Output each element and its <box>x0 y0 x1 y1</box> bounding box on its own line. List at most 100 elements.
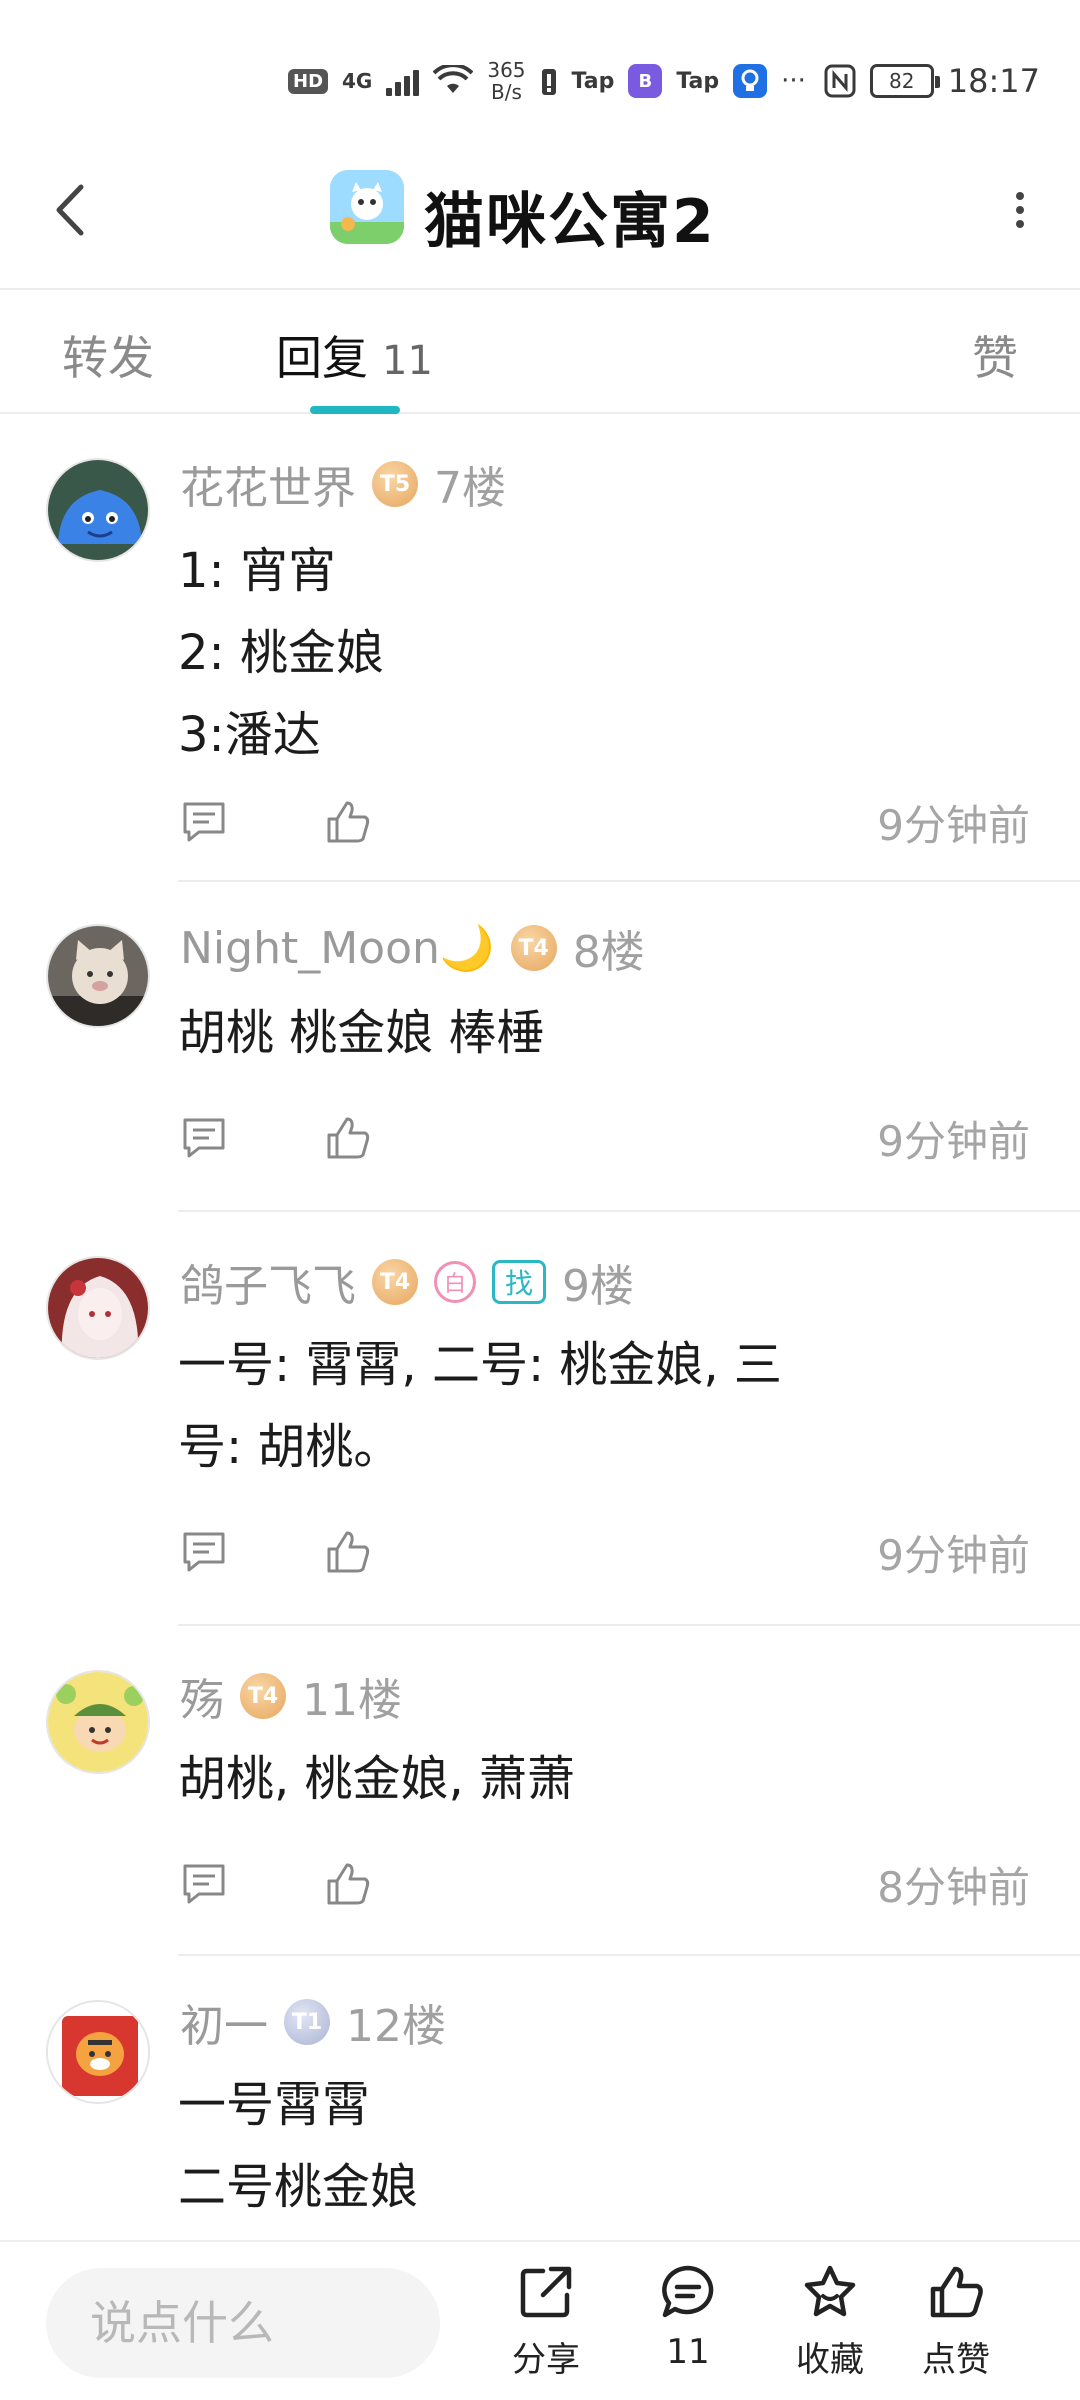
avatar[interactable] <box>46 1256 150 1360</box>
reply-actions: 9分钟前 <box>180 1108 1030 1168</box>
avatar[interactable] <box>46 458 150 562</box>
tab-likes[interactable]: 赞 <box>972 322 1018 388</box>
tab-forward[interactable]: 转发 <box>62 322 154 388</box>
reply-item: 花花世界 T5 7楼 1: 宵宵 2: 桃金娘 3:潘达 9分钟前 <box>0 416 1080 882</box>
reply-content[interactable]: 胡桃, 桃金娘, 萧萧 <box>178 1738 1008 1820</box>
signal-icon <box>386 66 420 96</box>
level-badge: T1 <box>284 1999 330 2045</box>
reply-header: 殇 T4 11楼 <box>180 1666 402 1726</box>
username[interactable]: 鸽子飞飞 <box>180 1250 356 1314</box>
username[interactable]: 殇 <box>180 1664 224 1728</box>
network-speed: 365 B/s <box>487 59 525 103</box>
reply-time: 9分钟前 <box>877 1530 1030 1580</box>
back-button[interactable] <box>40 175 100 245</box>
floor-number: 8楼 <box>572 927 645 978</box>
tab-label: 回复 <box>276 331 368 385</box>
thumbs-up-icon <box>327 1863 370 1905</box>
username[interactable]: 初一 <box>180 1990 268 2054</box>
find-badge: 找 <box>492 1260 547 1304</box>
username[interactable]: Night_Moon🌙 <box>180 922 495 974</box>
reply-line: 二号桃金娘 <box>178 2159 419 2215</box>
reply-like-button[interactable] <box>324 1528 372 1576</box>
reply-content[interactable]: 1: 宵宵 2: 桃金娘 3:潘达 <box>178 530 1008 776</box>
reply-comment-button[interactable] <box>180 1528 228 1576</box>
hd-icon: HD <box>288 68 329 94</box>
cat-apartment-logo-icon <box>330 170 404 244</box>
reply-like-button[interactable] <box>324 1860 372 1908</box>
comment-icon <box>183 1864 225 1904</box>
reply-line: 胡桃 桃金娘 棒棰 <box>178 1005 545 1061</box>
network-type: 4G <box>342 69 373 93</box>
member-badge: 白 <box>434 1261 476 1303</box>
alert-icon <box>541 69 556 95</box>
thumbs-up-icon <box>327 1117 370 1159</box>
thumbs-up-icon <box>327 1531 370 1573</box>
page-title[interactable]: 猫咪公寓2 <box>424 173 716 260</box>
reply-line: 一号: 霄霄, 二号: 桃金娘, 三 <box>178 1337 782 1393</box>
reply-comment-button[interactable] <box>180 1114 228 1162</box>
reply-time: 9分钟前 <box>877 800 1030 850</box>
comment-icon <box>183 802 225 842</box>
app-icon[interactable] <box>330 170 404 244</box>
bottom-action-bar: 分享 11 收藏 点赞 <box>0 2240 1080 2400</box>
floor-number: 7楼 <box>434 463 506 514</box>
reply-actions: 8分钟前 <box>180 1854 1030 1914</box>
speed-unit: B/s <box>491 80 522 104</box>
comment-count: 11 <box>666 2332 710 2372</box>
slime-avatar-icon <box>48 460 148 560</box>
avatar[interactable] <box>46 2000 150 2104</box>
app-notification-icon: B <box>628 64 663 98</box>
reply-line: 一号霄霄 <box>178 2077 371 2133</box>
favorite-label: 收藏 <box>796 2340 864 2380</box>
reply-content[interactable]: 一号霄霄 二号桃金娘 <box>178 2064 1008 2228</box>
share-label: 分享 <box>512 2340 580 2380</box>
top-app-bar: 猫咪公寓2 <box>0 135 1080 290</box>
reply-header: Night_Moon🌙 T4 8楼 <box>180 918 645 978</box>
active-tab-indicator <box>310 406 400 414</box>
reply-line: 号: 胡桃。 <box>178 1419 402 1475</box>
reply-content[interactable]: 一号: 霄霄, 二号: 桃金娘, 三 号: 胡桃。 <box>178 1324 1008 1488</box>
reply-item: 鸽子飞飞 T4 白 找 9楼 一号: 霄霄, 二号: 桃金娘, 三 号: 胡桃。 <box>0 1212 1080 1626</box>
level-badge: T4 <box>372 1259 418 1305</box>
more-notifications: ··· <box>781 66 806 96</box>
reply-actions: 9分钟前 <box>180 1522 1030 1582</box>
reply-line: 2: 桃金娘 <box>178 625 384 681</box>
reply-actions: 9分钟前 <box>180 792 1030 852</box>
tab-count: 11 <box>382 338 433 384</box>
reply-comment-button[interactable] <box>180 1860 228 1908</box>
clock: 18:17 <box>947 62 1040 100</box>
battery-icon: 82 <box>869 64 940 98</box>
reply-comment-button[interactable] <box>180 798 228 846</box>
reply-like-button[interactable] <box>324 1114 372 1162</box>
level-badge: T5 <box>372 461 418 507</box>
reply-content[interactable]: 胡桃 桃金娘 棒棰 <box>178 992 1008 1074</box>
tap-label: Tap <box>676 68 720 94</box>
status-bar-right: 82 18:17 <box>824 56 1040 106</box>
level-badge: T4 <box>240 1673 286 1719</box>
tab-bar: 转发 回复 11 赞 <box>0 292 1080 414</box>
cartoon-avatar-icon <box>48 1672 148 1772</box>
avatar[interactable] <box>46 1670 150 1774</box>
reply-line: 1: 宵宵 <box>178 543 336 599</box>
more-options-button[interactable] <box>990 175 1050 245</box>
comment-icon <box>183 1532 225 1572</box>
avatar[interactable] <box>46 924 150 1028</box>
username[interactable]: 花花世界 <box>180 452 356 516</box>
share-button[interactable]: 分享 <box>486 2262 606 2381</box>
comment-input[interactable] <box>46 2268 440 2378</box>
speed-value: 365 <box>487 58 526 82</box>
like-button[interactable]: 点赞 <box>896 2262 1016 2381</box>
reply-line: 胡桃, 桃金娘, 萧萧 <box>178 1751 576 1807</box>
reply-header: 鸽子飞飞 T4 白 找 9楼 <box>180 1252 634 1312</box>
thumbs-up-icon <box>327 801 370 843</box>
reply-like-button[interactable] <box>324 798 372 846</box>
comments-button[interactable]: 11 <box>628 2262 748 2372</box>
favorite-button[interactable]: 收藏 <box>770 2262 890 2381</box>
comment-bubble-icon <box>658 2262 718 2322</box>
tab-replies[interactable]: 回复 11 <box>276 322 433 388</box>
reply-header: 初一 T1 12楼 <box>180 1992 446 2052</box>
battery-level: 82 <box>889 69 915 93</box>
reply-list: 花花世界 T5 7楼 1: 宵宵 2: 桃金娘 3:潘达 9分钟前 Night_… <box>0 416 1080 2296</box>
reply-header: 花花世界 T5 7楼 <box>180 454 506 514</box>
floor-number: 12楼 <box>346 2001 446 2052</box>
